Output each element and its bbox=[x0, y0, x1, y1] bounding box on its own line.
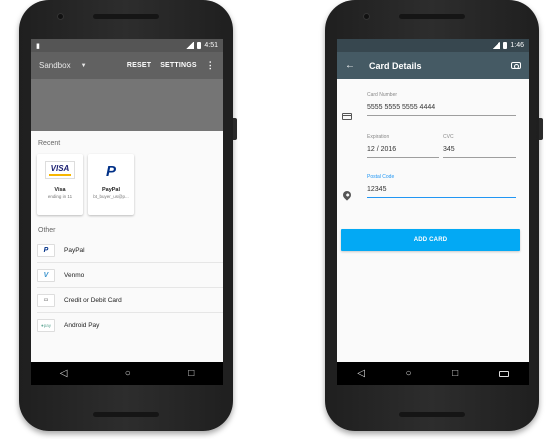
back-nav-icon[interactable]: ◁ bbox=[357, 368, 365, 379]
card-form: Card Number 5555 5555 5555 4444 Expirati… bbox=[337, 79, 529, 375]
field-label: CVC bbox=[443, 134, 454, 140]
back-nav-icon[interactable]: ◁ bbox=[60, 368, 68, 379]
android-pay-icon: ●pay bbox=[37, 319, 55, 332]
screenshot-stage: ▮ 4:51 Sandbox ▼ RESET SETTINGS ⋮ Recent… bbox=[0, 0, 558, 439]
recents-nav-icon[interactable]: □ bbox=[188, 368, 194, 379]
list-item-label: Venmo bbox=[64, 271, 85, 279]
recent-cards: VISA Visa ending in 11 P PayPal bt_buyer… bbox=[31, 154, 223, 215]
credit-card-icon bbox=[342, 113, 352, 120]
card-number-field[interactable]: Card Number 5555 5555 5555 4444 bbox=[367, 92, 516, 116]
field-label: Expiration bbox=[367, 134, 390, 140]
bottom-speaker bbox=[399, 412, 465, 417]
expiration-input[interactable]: 12 / 2016 bbox=[367, 146, 439, 158]
list-item-paypal[interactable]: P PayPal bbox=[37, 238, 223, 263]
environment-dropdown[interactable]: Sandbox ▼ bbox=[39, 61, 87, 70]
other-list: P PayPal V Venmo ▭ Credit or Debit Card … bbox=[31, 238, 223, 338]
environment-label: Sandbox bbox=[39, 61, 71, 70]
status-bar: 1:46 bbox=[337, 39, 529, 52]
nav-bar: ◁ ○ □ bbox=[31, 362, 223, 385]
left-phone: ▮ 4:51 Sandbox ▼ RESET SETTINGS ⋮ Recent… bbox=[19, 0, 237, 431]
payment-method-sheet: Recent VISA Visa ending in 11 P PayPal b… bbox=[31, 131, 223, 362]
list-item-label: Android Pay bbox=[64, 322, 100, 329]
battery-icon bbox=[503, 42, 508, 49]
home-nav-icon[interactable]: ○ bbox=[406, 368, 412, 379]
page-title: Card Details bbox=[369, 60, 422, 71]
location-pin-icon bbox=[341, 189, 353, 201]
paypal-icon: P bbox=[37, 243, 55, 257]
top-speaker bbox=[93, 14, 159, 19]
card-name: Visa bbox=[54, 187, 66, 193]
list-item-label: Credit or Debit Card bbox=[64, 296, 122, 304]
list-item-venmo[interactable]: V Venmo bbox=[37, 263, 223, 288]
app-toolbar: ← Card Details bbox=[337, 52, 529, 79]
power-button bbox=[233, 118, 237, 140]
settings-button[interactable]: SETTINGS bbox=[160, 62, 197, 69]
right-phone: 1:46 ← Card Details Card Number 5555 555… bbox=[325, 0, 543, 431]
venmo-icon: V bbox=[37, 268, 55, 282]
postal-code-input[interactable]: 12345 bbox=[367, 186, 516, 198]
dropdown-caret-icon: ▼ bbox=[80, 62, 87, 69]
nav-bar: ◁ ○ □ bbox=[337, 362, 529, 385]
credit-card-icon: ▭ bbox=[37, 293, 55, 307]
status-bar: ▮ 4:51 bbox=[31, 39, 223, 52]
card-name: PayPal bbox=[101, 187, 121, 193]
back-arrow-icon[interactable]: ← bbox=[345, 60, 355, 71]
top-speaker bbox=[399, 14, 465, 19]
home-nav-icon[interactable]: ○ bbox=[125, 368, 131, 379]
list-item-label: PayPal bbox=[64, 246, 85, 254]
field-label: Card Number bbox=[367, 92, 398, 98]
recent-heading: Recent bbox=[38, 140, 61, 147]
status-time: 4:51 bbox=[204, 42, 218, 49]
bottom-speaker bbox=[93, 412, 159, 417]
keyboard-icon[interactable] bbox=[498, 370, 509, 377]
recent-card-paypal[interactable]: P PayPal bt_buyer_us@p... bbox=[88, 154, 134, 215]
dimmed-background[interactable] bbox=[31, 79, 223, 131]
signal-icon bbox=[186, 42, 195, 49]
paypal-icon: P bbox=[105, 162, 116, 180]
card-details-screen: 1:46 ← Card Details Card Number 5555 555… bbox=[337, 39, 529, 385]
front-camera bbox=[363, 13, 370, 20]
drop-in-screen: ▮ 4:51 Sandbox ▼ RESET SETTINGS ⋮ Recent… bbox=[31, 39, 223, 385]
cvc-input[interactable]: 345 bbox=[443, 146, 516, 158]
card-number-input[interactable]: 5555 5555 5555 4444 bbox=[367, 104, 516, 116]
other-heading: Other bbox=[38, 227, 56, 234]
power-button bbox=[539, 118, 543, 140]
camera-icon[interactable] bbox=[511, 62, 521, 69]
cvc-field[interactable]: CVC 345 bbox=[443, 134, 516, 158]
more-options-icon[interactable]: ⋮ bbox=[206, 60, 215, 71]
card-detail: bt_buyer_us@p... bbox=[93, 194, 129, 199]
expiration-field[interactable]: Expiration 12 / 2016 bbox=[367, 134, 439, 158]
list-item-android-pay[interactable]: ●pay Android Pay bbox=[37, 313, 223, 338]
postal-code-field[interactable]: Postal Code 12345 bbox=[367, 174, 516, 198]
add-card-button[interactable]: ADD CARD bbox=[341, 229, 520, 251]
reset-button[interactable]: RESET bbox=[127, 62, 151, 69]
recent-card-visa[interactable]: VISA Visa ending in 11 bbox=[37, 154, 83, 215]
status-time: 1:46 bbox=[510, 42, 524, 49]
field-label: Postal Code bbox=[367, 174, 395, 180]
sd-card-icon: ▮ bbox=[36, 42, 40, 50]
card-detail: ending in 11 bbox=[47, 194, 73, 199]
visa-icon: VISA bbox=[45, 161, 75, 179]
signal-icon bbox=[492, 42, 501, 49]
battery-icon bbox=[197, 42, 202, 49]
list-item-card[interactable]: ▭ Credit or Debit Card bbox=[37, 288, 223, 313]
app-toolbar: Sandbox ▼ RESET SETTINGS ⋮ bbox=[31, 52, 223, 79]
front-camera bbox=[57, 13, 64, 20]
recents-nav-icon[interactable]: □ bbox=[452, 368, 458, 379]
